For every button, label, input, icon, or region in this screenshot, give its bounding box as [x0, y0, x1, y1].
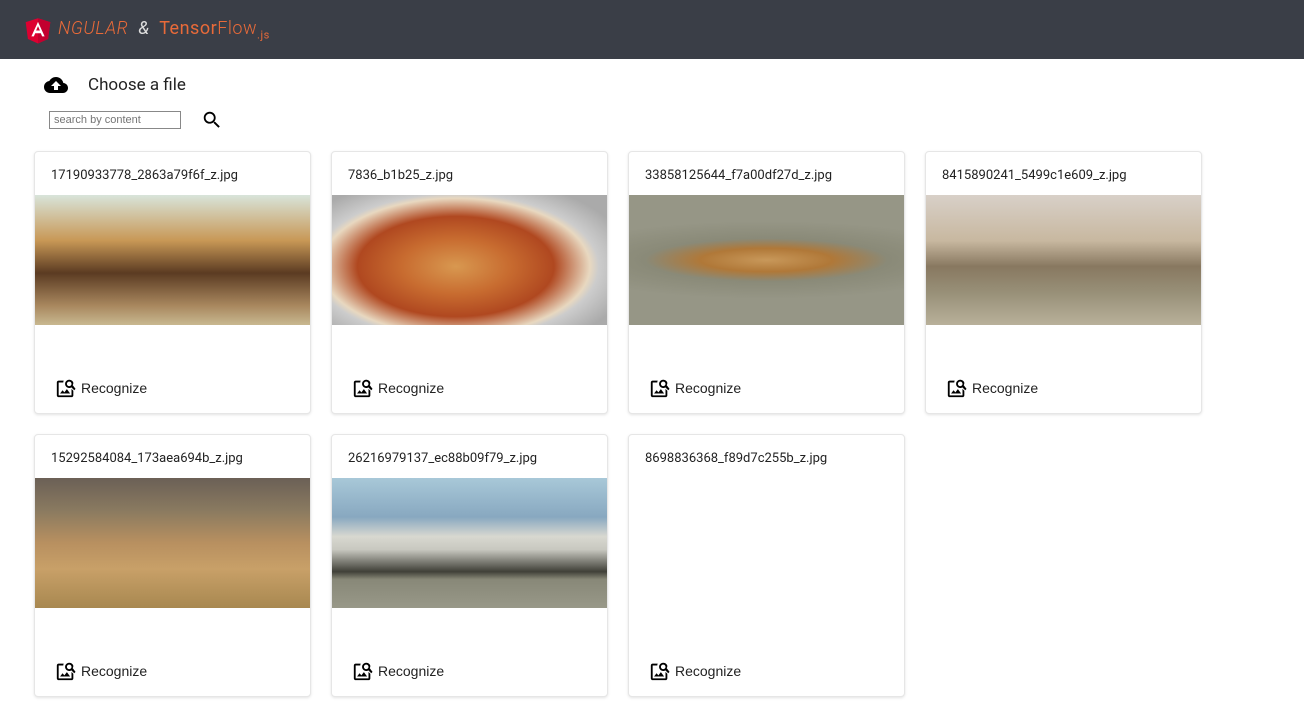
recognize-label: Recognize	[81, 663, 147, 679]
card-filename: 33858125644_f7a00df27d_z.jpg	[629, 152, 904, 195]
card-actions: Recognize	[629, 363, 904, 413]
image-search-icon	[55, 660, 77, 682]
image-card: 8415890241_5499c1e609_z.jpg Recognize	[925, 151, 1202, 414]
search-input[interactable]	[49, 111, 181, 129]
image-search-icon	[649, 377, 671, 399]
card-thumbnail	[35, 195, 310, 325]
recognize-button[interactable]: Recognize	[641, 654, 749, 688]
card-thumbnail	[629, 478, 904, 608]
image-card: 8698836368_f89d7c255b_z.jpg Recognize	[628, 434, 905, 697]
recognize-label: Recognize	[378, 380, 444, 396]
card-filename: 7836_b1b25_z.jpg	[332, 152, 607, 195]
image-search-icon	[649, 660, 671, 682]
search-row	[49, 109, 1260, 131]
card-actions: Recognize	[332, 646, 607, 696]
recognize-label: Recognize	[378, 663, 444, 679]
card-thumbnail	[926, 195, 1201, 325]
card-thumbnail	[332, 478, 607, 608]
image-card: 17190933778_2863a79f6f_z.jpg Recognize	[34, 151, 311, 414]
recognize-button[interactable]: Recognize	[47, 654, 155, 688]
brand-amp-text: &	[133, 18, 154, 39]
image-search-icon	[352, 377, 374, 399]
card-thumbnail	[629, 195, 904, 325]
card-actions: Recognize	[332, 363, 607, 413]
card-actions: Recognize	[35, 363, 310, 413]
image-search-icon	[55, 377, 77, 399]
recognize-button[interactable]: Recognize	[344, 654, 452, 688]
recognize-label: Recognize	[675, 663, 741, 679]
card-filename: 15292584084_173aea694b_z.jpg	[35, 435, 310, 478]
brand-tensor-text: Tensor	[159, 18, 217, 39]
recognize-label: Recognize	[675, 380, 741, 396]
recognize-button[interactable]: Recognize	[938, 371, 1046, 405]
card-actions: Recognize	[35, 646, 310, 696]
card-actions: Recognize	[926, 363, 1201, 413]
image-card: 33858125644_f7a00df27d_z.jpg Recognize	[628, 151, 905, 414]
card-filename: 17190933778_2863a79f6f_z.jpg	[35, 152, 310, 195]
image-card: 7836_b1b25_z.jpg Recognize	[331, 151, 608, 414]
app-toolbar: NGULAR & TensorFlow.js	[0, 0, 1304, 59]
card-filename: 8415890241_5499c1e609_z.jpg	[926, 152, 1201, 195]
cloud-upload-icon	[44, 73, 68, 97]
image-card: 26216979137_ec88b09f79_z.jpg Recognize	[331, 434, 608, 697]
image-card: 15292584084_173aea694b_z.jpg Recognize	[34, 434, 311, 697]
card-actions: Recognize	[629, 646, 904, 696]
brand-text: NGULAR & TensorFlow.js	[58, 18, 270, 42]
recognize-button[interactable]: Recognize	[344, 371, 452, 405]
card-filename: 8698836368_f89d7c255b_z.jpg	[629, 435, 904, 478]
brand-flow-text: Flow	[217, 18, 257, 39]
recognize-button[interactable]: Recognize	[641, 371, 749, 405]
search-icon[interactable]	[201, 109, 223, 131]
image-search-icon	[352, 660, 374, 682]
file-upload-row[interactable]: Choose a file	[44, 73, 1260, 97]
recognize-button[interactable]: Recognize	[47, 371, 155, 405]
card-thumbnail	[35, 478, 310, 608]
image-search-icon	[946, 377, 968, 399]
choose-file-label: Choose a file	[88, 75, 186, 95]
image-grid: 17190933778_2863a79f6f_z.jpg Recognize78…	[0, 131, 1304, 717]
controls-area: Choose a file	[0, 59, 1304, 131]
angular-shield-icon	[24, 16, 52, 44]
recognize-label: Recognize	[972, 380, 1038, 396]
brand-angular-text: NGULAR	[58, 18, 128, 39]
recognize-label: Recognize	[81, 380, 147, 396]
brand-js-text: .js	[257, 28, 270, 41]
card-thumbnail	[332, 195, 607, 325]
brand-logo: NGULAR & TensorFlow.js	[24, 16, 270, 44]
card-filename: 26216979137_ec88b09f79_z.jpg	[332, 435, 607, 478]
